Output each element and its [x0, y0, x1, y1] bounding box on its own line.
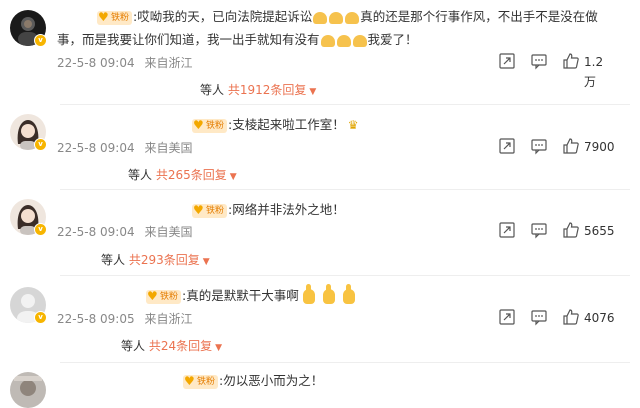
- comment-meta: 22-5-8 09:04 来自浙江: [57, 54, 192, 71]
- comment-icon: [531, 310, 547, 326]
- share-button[interactable]: [498, 308, 516, 328]
- heart-icon: ♥: [98, 9, 109, 24]
- comment-button[interactable]: [530, 137, 548, 157]
- caret-down-icon: ▼: [229, 172, 237, 182]
- thumbs-up-emoji-icon: [322, 284, 335, 304]
- fan-badge[interactable]: ♥ 铁粉: [146, 288, 182, 304]
- divider: [60, 275, 630, 276]
- share-icon: [499, 138, 515, 154]
- like-button[interactable]: 4076: [562, 308, 615, 328]
- comment-icon: [531, 54, 547, 70]
- fan-badge[interactable]: ♥ 铁粉: [183, 373, 219, 389]
- caret-down-icon: ▼: [309, 87, 317, 97]
- location: 来自美国: [144, 225, 193, 239]
- comment-text: ♥ 铁粉:哎呦我的天，已向法院提起诉讼 真的还是那个行事作风，不出手不是没在做: [97, 9, 598, 25]
- share-button[interactable]: [498, 52, 516, 72]
- location: 来自浙江: [144, 56, 193, 70]
- replies-link[interactable]: 等人 共265条回复 ▼: [128, 166, 237, 183]
- fan-badge[interactable]: ♥ 铁粉: [192, 202, 228, 218]
- timestamp: 22-5-8 09:05: [57, 312, 135, 326]
- like-count: 7900: [584, 140, 615, 154]
- praying-hands-emoji-icon: [345, 11, 360, 24]
- comment-meta: 22-5-8 09:05 来自浙江: [57, 310, 192, 327]
- comment-text: ♥ 铁粉:勿以恶小而为之！: [183, 373, 324, 389]
- comment-icon: [531, 139, 547, 155]
- thumbs-up-icon: [563, 53, 579, 69]
- comment-actions: 4076: [498, 308, 628, 328]
- share-icon: [499, 53, 515, 69]
- verified-badge-icon: v: [34, 138, 47, 151]
- like-button[interactable]: 7900: [562, 137, 615, 157]
- heart-icon: ♥: [193, 117, 204, 132]
- verified-badge-icon: v: [34, 311, 47, 324]
- comment-button[interactable]: [530, 221, 548, 241]
- praying-hands-emoji-icon: [320, 34, 335, 47]
- like-button[interactable]: 5655: [562, 221, 615, 241]
- caret-down-icon: ▼: [202, 257, 210, 267]
- replies-count: 共1912条回复: [227, 83, 307, 97]
- comment-actions: 5655: [498, 221, 628, 241]
- fan-badge[interactable]: ♥ 铁粉: [192, 117, 228, 133]
- thumbs-up-icon: [563, 138, 579, 154]
- location: 来自浙江: [144, 312, 193, 326]
- comment-button[interactable]: [530, 52, 548, 72]
- comment-text-line2: 事，而是我要让你们知道，我一出手就知有没有 我爱了！: [57, 32, 418, 47]
- like-count: 1.2万: [584, 55, 604, 89]
- comment-actions: 1.2万: [498, 52, 628, 89]
- like-count: 4076: [584, 311, 615, 325]
- praying-hands-emoji-icon: [329, 11, 344, 24]
- replies-count: 共293条回复: [128, 253, 200, 267]
- heart-icon: ♥: [193, 202, 204, 217]
- thumbs-up-icon: [563, 222, 579, 238]
- comment-icon: [531, 223, 547, 239]
- comment-button[interactable]: [530, 308, 548, 328]
- verified-badge-icon: v: [34, 34, 47, 47]
- comment-text: ♥ 铁粉:支棱起来啦工作室！ ♛: [192, 113, 359, 137]
- share-button[interactable]: [498, 137, 516, 157]
- crown-emoji-icon: ♛: [347, 118, 359, 132]
- share-button[interactable]: [498, 221, 516, 241]
- replies-link[interactable]: 等人 共293条回复 ▼: [101, 251, 210, 268]
- praying-hands-emoji-icon: [352, 34, 367, 47]
- divider: [60, 104, 630, 105]
- replies-count: 共24条回复: [148, 339, 213, 353]
- replies-link[interactable]: 等人 共24条回复 ▼: [121, 337, 222, 354]
- caret-down-icon: ▼: [215, 343, 223, 353]
- thumbs-up-icon: [563, 309, 579, 325]
- fan-badge[interactable]: ♥ 铁粉: [97, 9, 133, 25]
- timestamp: 22-5-8 09:04: [57, 56, 135, 70]
- replies-link[interactable]: 等人 共1912条回复 ▼: [200, 81, 316, 98]
- divider: [60, 362, 630, 363]
- comment-text: ♥ 铁粉:真的是默默干大事啊: [146, 284, 359, 307]
- comment-meta: 22-5-8 09:04 来自美国: [57, 223, 192, 240]
- like-count: 5655: [584, 224, 615, 238]
- timestamp: 22-5-8 09:04: [57, 225, 135, 239]
- praying-hands-emoji-icon: [313, 11, 328, 24]
- replies-count: 共265条回复: [155, 168, 227, 182]
- divider: [60, 189, 630, 190]
- thumbs-up-emoji-icon: [342, 284, 355, 304]
- comment-meta: 22-5-8 09:04 来自美国: [57, 139, 192, 156]
- like-button[interactable]: 1.2万: [562, 52, 603, 89]
- thumbs-up-emoji-icon: [302, 284, 315, 304]
- comment-actions: 7900: [498, 137, 628, 157]
- heart-icon: ♥: [184, 373, 195, 388]
- share-icon: [499, 309, 515, 325]
- verified-badge-icon: v: [34, 223, 47, 236]
- comment-text: ♥ 铁粉:网络并非法外之地！: [192, 202, 345, 218]
- heart-icon: ♥: [147, 288, 158, 303]
- location: 来自美国: [144, 141, 193, 155]
- share-icon: [499, 222, 515, 238]
- timestamp: 22-5-8 09:04: [57, 141, 135, 155]
- praying-hands-emoji-icon: [336, 34, 351, 47]
